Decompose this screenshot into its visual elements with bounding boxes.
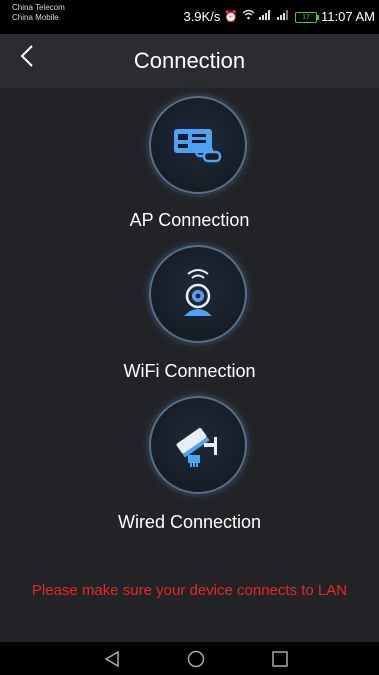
nav-home-button[interactable]: [187, 650, 205, 668]
router-link-icon: [174, 129, 222, 163]
carrier-1: China Telecom: [12, 3, 65, 12]
battery-indicator: 17: [295, 11, 320, 23]
carrier-info: China Telecom China Mobile: [12, 3, 65, 23]
wired-connection-icon-circle: [149, 396, 247, 494]
carrier-2: China Mobile: [12, 13, 59, 22]
clock: 11:07 AM: [321, 9, 375, 24]
status-indicators: 3.9K/s ⏰ 17 11:07 AM: [183, 9, 375, 25]
nav-back-button[interactable]: [103, 650, 121, 668]
ap-connection-option[interactable]: AP Connection: [0, 96, 379, 236]
ap-connection-label: AP Connection: [129, 210, 250, 230]
network-speed: 3.9K/s: [183, 9, 221, 24]
wifi-camera-icon: [184, 269, 212, 316]
wifi-connection-label: WiFi Connection: [123, 361, 256, 381]
page-title: Connection: [133, 48, 246, 73]
wired-connection-option[interactable]: Wired Connection: [0, 396, 379, 538]
signal-icon-2: [277, 9, 291, 25]
header-bar: Connection: [0, 34, 379, 88]
wifi-status-icon: [242, 9, 255, 25]
wifi-connection-icon-circle: [149, 245, 247, 343]
signal-icon: [259, 9, 273, 25]
wifi-connection-option[interactable]: WiFi Connection: [0, 245, 379, 387]
circle-home-icon: [187, 650, 205, 668]
triangle-back-icon: [104, 650, 119, 668]
alarm-icon: ⏰: [224, 11, 239, 23]
ap-connection-icon-circle: [149, 96, 247, 194]
system-nav-bar: [0, 642, 379, 675]
lan-warning: Please make sure your device connects to…: [31, 582, 348, 599]
status-bar: China Telecom China Mobile 3.9K/s ⏰ 17 1…: [0, 0, 379, 34]
wired-connection-label: Wired Connection: [117, 512, 262, 532]
nav-recents-button[interactable]: [271, 650, 289, 668]
wired-camera-icon: [176, 427, 217, 467]
square-recents-icon: [272, 651, 288, 667]
